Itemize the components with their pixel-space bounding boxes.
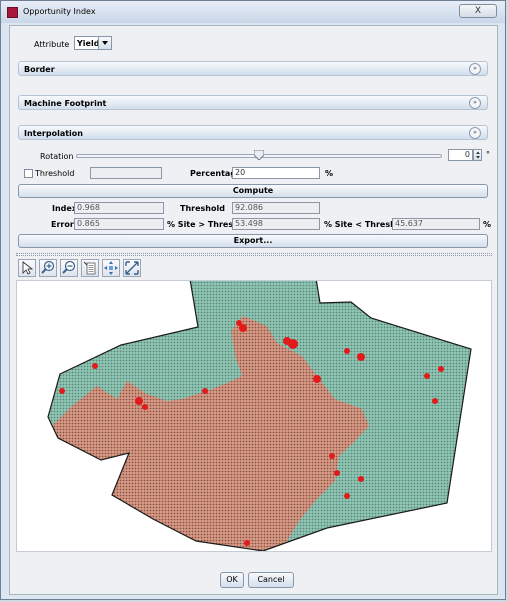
attribute-select[interactable]: Yield xyxy=(74,36,112,50)
cancel-button[interactable]: Cancel xyxy=(248,572,294,588)
hotspot-marker xyxy=(239,324,247,332)
zoom-out-icon xyxy=(62,260,76,274)
zoom-in-tool-button[interactable] xyxy=(39,259,57,277)
percentage-input[interactable]: 20 xyxy=(232,167,320,179)
chevron-down-icon[interactable] xyxy=(98,37,111,49)
layers-tool-button[interactable] xyxy=(81,259,99,277)
rotation-unit: ° xyxy=(486,150,490,159)
hotspot-marker xyxy=(424,373,430,379)
hotspot-marker xyxy=(344,493,350,499)
section-border[interactable]: Border » xyxy=(18,61,488,76)
threshold-input[interactable] xyxy=(90,167,162,179)
hotspot-marker xyxy=(288,339,298,349)
hotspot-marker xyxy=(314,533,320,539)
hotspot-marker xyxy=(313,375,321,383)
window-title: Opportunity Index xyxy=(23,7,96,16)
hotspot-marker xyxy=(432,398,438,404)
hotspot-marker xyxy=(334,470,340,476)
rotation-spinner[interactable] xyxy=(473,149,482,161)
hotspot-marker xyxy=(358,476,364,482)
hotspot-marker xyxy=(357,353,365,361)
hotspot-marker xyxy=(329,453,335,459)
section-interpolation[interactable]: Interpolation » xyxy=(18,125,488,140)
fit-extent-icon xyxy=(125,261,139,275)
ok-button[interactable]: OK xyxy=(220,572,244,588)
hotspot-marker xyxy=(244,540,250,546)
rotation-value-field[interactable]: 0 xyxy=(448,149,473,161)
attribute-label: Attribute xyxy=(34,40,70,49)
zoom-out-tool-button[interactable] xyxy=(60,259,78,277)
rotation-label: Rotation xyxy=(40,152,74,161)
app-icon xyxy=(7,7,18,18)
pointer-tool-button[interactable] xyxy=(18,259,36,277)
result-threshold-label: Threshold xyxy=(180,204,225,213)
fit-extent-tool-button[interactable] xyxy=(123,259,141,277)
pointer-icon xyxy=(22,261,34,275)
section-interpolation-title: Interpolation xyxy=(24,129,83,138)
section-machine-footprint[interactable]: Machine Footprint » xyxy=(18,95,488,110)
result-threshold-value: 92.086 xyxy=(232,202,320,214)
percentage-unit: % xyxy=(325,169,334,178)
section-border-title: Border xyxy=(24,65,55,74)
site-above-threshold-value: 53.498 xyxy=(232,218,320,230)
hotspot-marker xyxy=(142,404,148,410)
pan-tool-button[interactable] xyxy=(102,259,120,277)
rotation-slider-thumb[interactable] xyxy=(253,149,265,161)
export-button[interactable]: Export... xyxy=(18,234,488,248)
expand-chevron-icon[interactable]: » xyxy=(469,97,481,109)
close-button[interactable]: X xyxy=(459,4,497,18)
hotspot-marker xyxy=(438,366,444,372)
pan-icon xyxy=(104,261,118,275)
expand-chevron-icon[interactable]: » xyxy=(469,63,481,75)
hotspot-marker xyxy=(344,348,350,354)
layers-icon xyxy=(83,261,96,275)
hotspot-marker xyxy=(202,388,208,394)
opportunity-index-window: Opportunity Index X Attribute Yield Bord… xyxy=(0,0,506,600)
error-label: Error xyxy=(51,220,74,229)
hotspot-marker xyxy=(65,359,73,367)
compute-button[interactable]: Compute xyxy=(18,184,488,198)
splitter-handle[interactable] xyxy=(16,253,492,256)
site-below-unit: % xyxy=(483,220,492,229)
map-view[interactable] xyxy=(16,271,492,552)
opportunity-map[interactable] xyxy=(17,271,491,552)
error-value: 0.865 xyxy=(74,218,164,230)
threshold-checkbox[interactable] xyxy=(24,169,33,178)
hotspot-marker xyxy=(135,397,143,405)
threshold-label: Threshold xyxy=(35,169,75,178)
hotspot-marker xyxy=(32,406,38,412)
attribute-select-value: Yield xyxy=(77,39,100,48)
hotspot-marker xyxy=(92,363,98,369)
dialog-body: Attribute Yield Border » Machine Footpri… xyxy=(9,25,498,595)
hotspot-marker xyxy=(59,388,65,394)
section-machine-footprint-title: Machine Footprint xyxy=(24,99,107,108)
index-value: 0.968 xyxy=(74,202,164,214)
expand-chevron-icon[interactable]: » xyxy=(469,127,481,139)
site-below-threshold-value: 45.637 xyxy=(392,218,480,230)
zoom-in-icon xyxy=(41,260,55,274)
title-bar[interactable]: Opportunity Index X xyxy=(1,1,505,23)
